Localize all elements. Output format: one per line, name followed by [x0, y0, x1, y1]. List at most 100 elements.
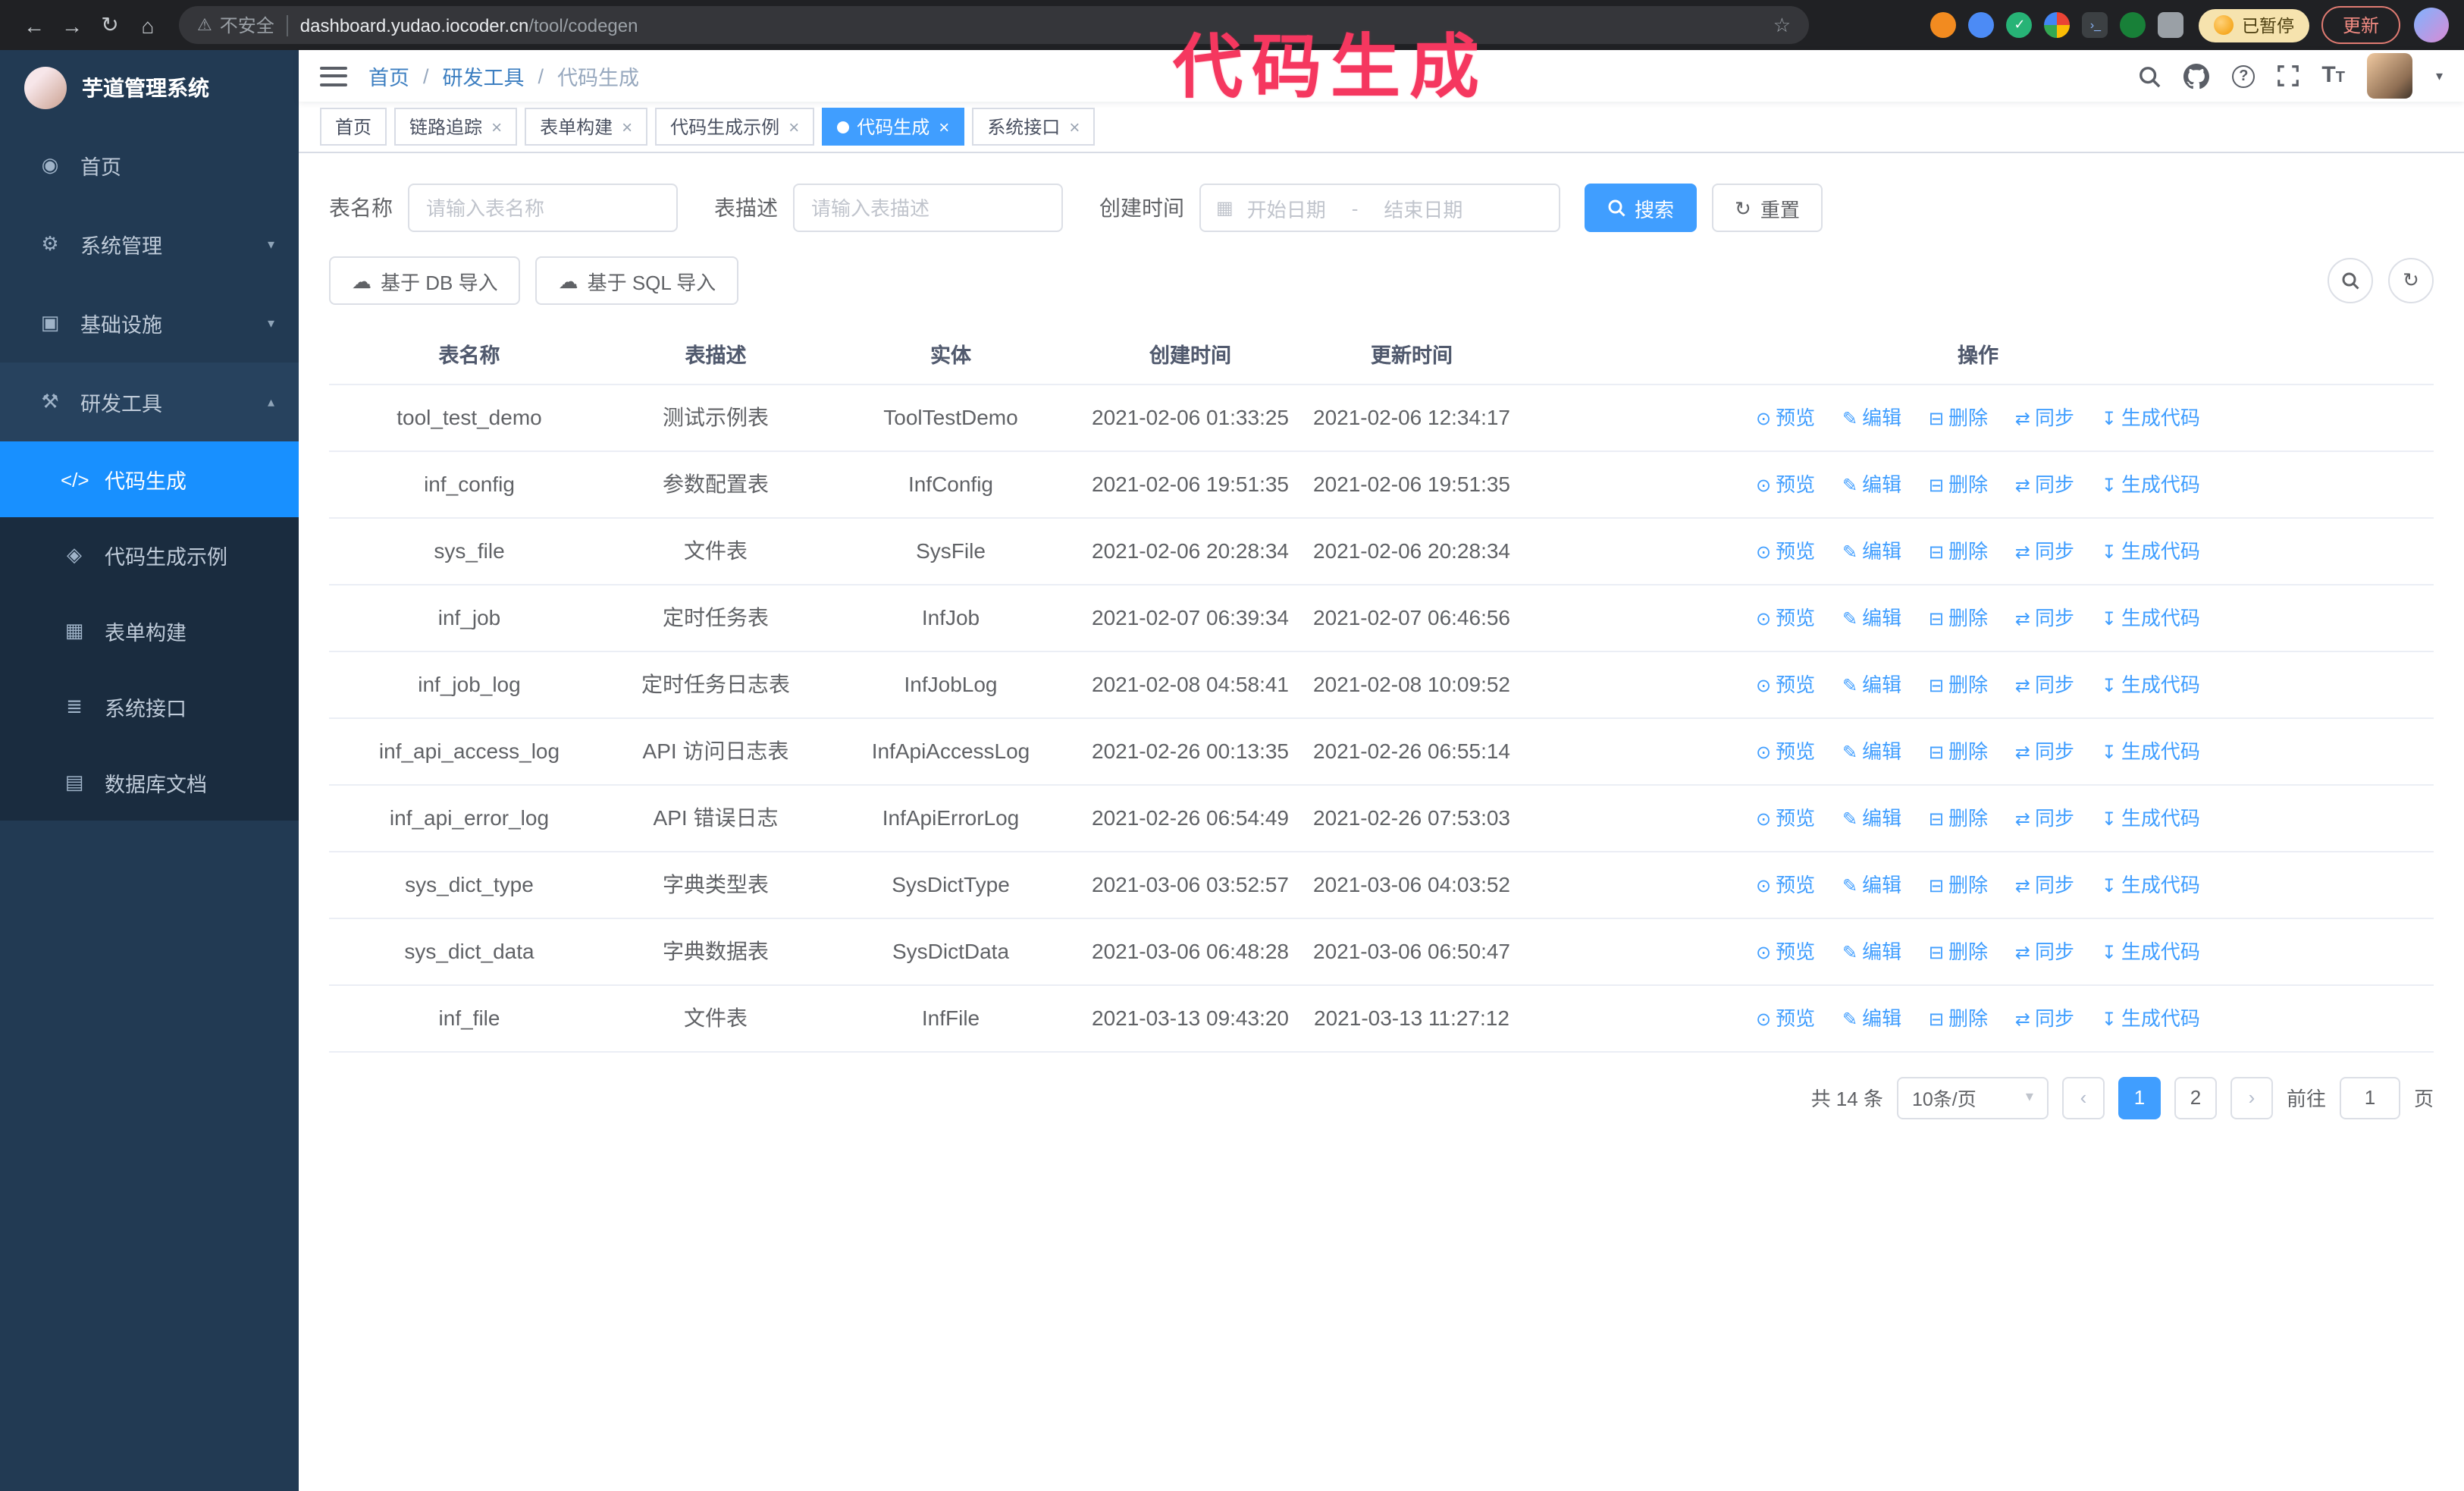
preview-link[interactable]: ⊙ 预览	[1756, 668, 1815, 702]
edit-link[interactable]: ✎ 编辑	[1842, 535, 1901, 568]
font-size-icon[interactable]: TT	[2321, 62, 2345, 89]
sidebar-item-system-api[interactable]: ≣ 系统接口	[0, 669, 299, 745]
delete-link[interactable]: ⊟ 删除	[1929, 668, 1988, 702]
generate-code-link[interactable]: ↧ 生成代码	[2102, 401, 2200, 435]
generate-code-link[interactable]: ↧ 生成代码	[2102, 1002, 2200, 1035]
tab-codegen[interactable]: 代码生成 ×	[822, 108, 965, 146]
preview-link[interactable]: ⊙ 预览	[1756, 401, 1815, 435]
import-sql-button[interactable]: ☁ 基于 SQL 导入	[535, 256, 739, 305]
sync-link[interactable]: ⇄ 同步	[2015, 935, 2074, 968]
toggle-search-button[interactable]	[2328, 258, 2373, 303]
close-icon[interactable]: ×	[1069, 116, 1080, 137]
extension-icon[interactable]	[2044, 12, 2071, 38]
generate-code-link[interactable]: ↧ 生成代码	[2102, 802, 2200, 835]
breadcrumb-home[interactable]: 首页	[368, 61, 409, 91]
tab-system-api[interactable]: 系统接口 ×	[972, 108, 1096, 146]
edit-link[interactable]: ✎ 编辑	[1842, 802, 1901, 835]
sidebar-item-form-builder[interactable]: ▦ 表单构建	[0, 593, 299, 669]
table-name-input[interactable]	[408, 184, 678, 232]
preview-link[interactable]: ⊙ 预览	[1756, 802, 1815, 835]
close-icon[interactable]: ×	[491, 116, 502, 137]
chevron-down-icon[interactable]: ▾	[2436, 67, 2443, 84]
sync-link[interactable]: ⇄ 同步	[2015, 802, 2074, 835]
edit-link[interactable]: ✎ 编辑	[1842, 935, 1901, 968]
extension-icon[interactable]: ✓	[2006, 12, 2033, 38]
next-page-button[interactable]: ›	[2230, 1076, 2273, 1119]
sync-link[interactable]: ⇄ 同步	[2015, 868, 2074, 902]
extension-icon[interactable]	[1968, 12, 1995, 38]
generate-code-link[interactable]: ↧ 生成代码	[2102, 601, 2200, 635]
hamburger-icon[interactable]	[320, 66, 347, 86]
close-icon[interactable]: ×	[788, 116, 799, 137]
sync-link[interactable]: ⇄ 同步	[2015, 601, 2074, 635]
edit-link[interactable]: ✎ 编辑	[1842, 735, 1901, 768]
reset-button[interactable]: ↻ 重置	[1712, 184, 1823, 232]
create-time-range-picker[interactable]: ▦ 开始日期 - 结束日期	[1199, 184, 1560, 232]
sync-link[interactable]: ⇄ 同步	[2015, 468, 2074, 501]
sidebar-item-codegen[interactable]: </> 代码生成	[0, 441, 299, 517]
generate-code-link[interactable]: ↧ 生成代码	[2102, 468, 2200, 501]
sidebar-item-db-doc[interactable]: ▤ 数据库文档	[0, 745, 299, 821]
sync-link[interactable]: ⇄ 同步	[2015, 401, 2074, 435]
search-icon[interactable]	[2138, 64, 2161, 87]
page-1-button[interactable]: 1	[2118, 1076, 2161, 1119]
delete-link[interactable]: ⊟ 删除	[1929, 868, 1988, 902]
sync-link[interactable]: ⇄ 同步	[2015, 1002, 2074, 1035]
tab-home[interactable]: 首页	[320, 108, 387, 146]
refresh-table-button[interactable]: ↻	[2388, 258, 2434, 303]
extension-terminal-icon[interactable]: ›_	[2082, 12, 2108, 38]
sidebar-item-devtools[interactable]: ⚒ 研发工具 ▴	[0, 363, 299, 441]
app-logo[interactable]: 芋道管理系统	[0, 50, 299, 126]
avatar[interactable]	[2367, 53, 2413, 99]
puzzle-extensions-icon[interactable]	[2158, 12, 2184, 38]
search-button[interactable]: 搜索	[1585, 184, 1698, 232]
delete-link[interactable]: ⊟ 删除	[1929, 802, 1988, 835]
generate-code-link[interactable]: ↧ 生成代码	[2102, 535, 2200, 568]
preview-link[interactable]: ⊙ 预览	[1756, 468, 1815, 501]
browser-forward-icon[interactable]: →	[53, 6, 91, 44]
delete-link[interactable]: ⊟ 删除	[1929, 735, 1988, 768]
sync-link[interactable]: ⇄ 同步	[2015, 668, 2074, 702]
sidebar-item-infrastructure[interactable]: ▣ 基础设施 ▾	[0, 284, 299, 363]
edit-link[interactable]: ✎ 编辑	[1842, 868, 1901, 902]
sidebar-item-system[interactable]: ⚙ 系统管理 ▾	[0, 205, 299, 284]
sync-link[interactable]: ⇄ 同步	[2015, 735, 2074, 768]
address-bar[interactable]: ⚠ 不安全 dashboard.yudao.iocoder.cn/tool/co…	[179, 6, 1809, 44]
goto-page-input[interactable]	[2339, 1076, 2400, 1119]
page-2-button[interactable]: 2	[2174, 1076, 2217, 1119]
table-desc-input[interactable]	[793, 184, 1063, 232]
edit-link[interactable]: ✎ 编辑	[1842, 601, 1901, 635]
delete-link[interactable]: ⊟ 删除	[1929, 601, 1988, 635]
bookmark-star-icon[interactable]: ☆	[1773, 13, 1791, 37]
paused-badge[interactable]: 已暂停	[2199, 8, 2309, 42]
edit-link[interactable]: ✎ 编辑	[1842, 401, 1901, 435]
update-button[interactable]: 更新	[2321, 6, 2400, 44]
generate-code-link[interactable]: ↧ 生成代码	[2102, 735, 2200, 768]
extension-icon[interactable]	[2120, 12, 2146, 38]
fullscreen-icon[interactable]	[2277, 65, 2299, 86]
browser-reload-icon[interactable]: ↻	[91, 6, 129, 44]
prev-page-button[interactable]: ‹	[2061, 1076, 2105, 1119]
delete-link[interactable]: ⊟ 删除	[1929, 1002, 1988, 1035]
edit-link[interactable]: ✎ 编辑	[1842, 468, 1901, 501]
edit-link[interactable]: ✎ 编辑	[1842, 1002, 1901, 1035]
tab-tracing[interactable]: 链路追踪 ×	[394, 108, 518, 146]
close-icon[interactable]: ×	[939, 116, 949, 137]
delete-link[interactable]: ⊟ 删除	[1929, 535, 1988, 568]
extension-icon[interactable]	[1930, 12, 1957, 38]
tab-codegen-example[interactable]: 代码生成示例 ×	[655, 108, 815, 146]
browser-back-icon[interactable]: ←	[15, 6, 53, 44]
sync-link[interactable]: ⇄ 同步	[2015, 535, 2074, 568]
import-db-button[interactable]: ☁ 基于 DB 导入	[329, 256, 521, 305]
preview-link[interactable]: ⊙ 预览	[1756, 601, 1815, 635]
delete-link[interactable]: ⊟ 删除	[1929, 468, 1988, 501]
generate-code-link[interactable]: ↧ 生成代码	[2102, 935, 2200, 968]
generate-code-link[interactable]: ↧ 生成代码	[2102, 668, 2200, 702]
page-size-select[interactable]: 10条/页 ▾	[1896, 1076, 2049, 1119]
help-icon[interactable]: ?	[2232, 64, 2256, 87]
delete-link[interactable]: ⊟ 删除	[1929, 401, 1988, 435]
preview-link[interactable]: ⊙ 预览	[1756, 1002, 1815, 1035]
preview-link[interactable]: ⊙ 预览	[1756, 935, 1815, 968]
not-secure-warning[interactable]: ⚠ 不安全	[197, 12, 274, 38]
browser-home-icon[interactable]: ⌂	[129, 6, 167, 44]
